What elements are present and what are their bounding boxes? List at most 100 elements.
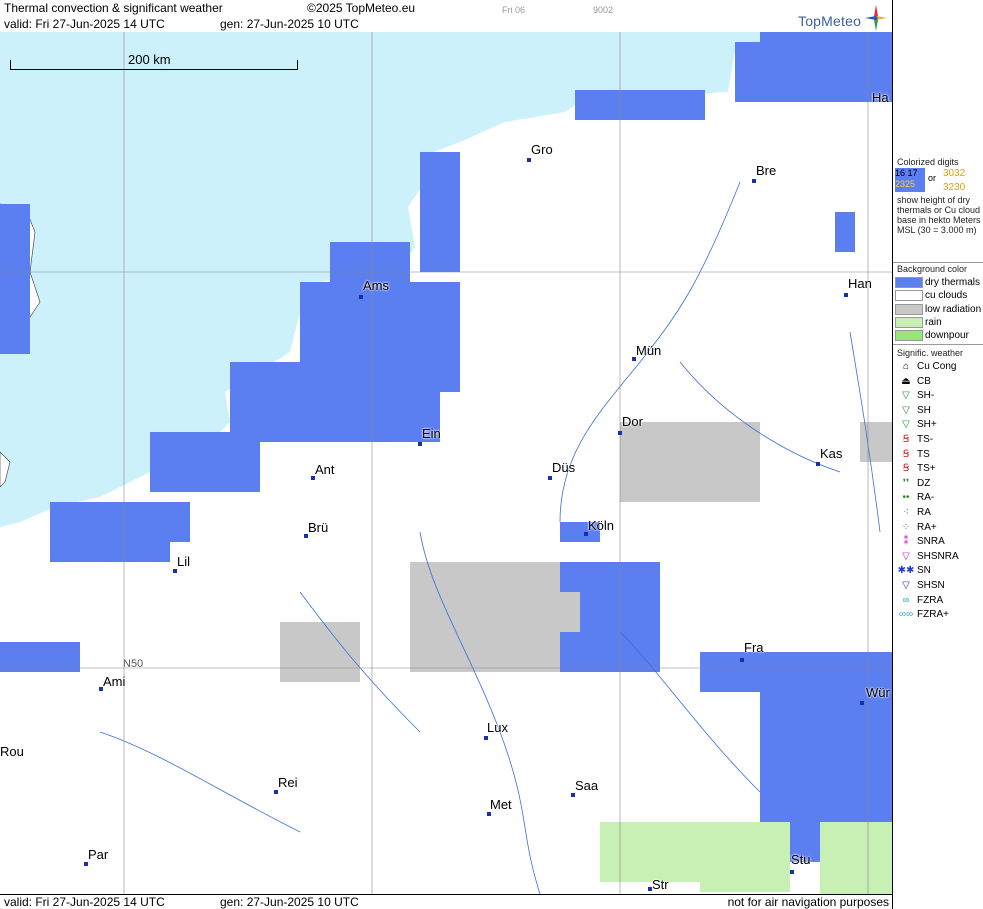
city-label-stu: Stu xyxy=(791,852,811,867)
city-marker xyxy=(860,701,864,705)
weather-symbol-icon: •• xyxy=(902,492,910,504)
legend-sample-a: 16 17 xyxy=(895,168,918,178)
legend-swatch xyxy=(895,290,923,302)
legend-wx-label: SH+ xyxy=(917,419,937,431)
city-marker xyxy=(816,462,820,466)
legend-wx-item: ▽ SH+ xyxy=(895,419,937,431)
dry-thermal-area xyxy=(835,212,855,252)
city-label-lil: Lil xyxy=(177,554,191,569)
weather-symbol-icon: ⁖ xyxy=(903,507,909,518)
legend-wx-label: TS+ xyxy=(917,463,936,475)
city-marker xyxy=(790,870,794,874)
weather-symbol-icon: ⁑ xyxy=(903,536,909,548)
map-canvas xyxy=(0,32,892,894)
tiny-code-label: 9002 xyxy=(593,5,614,15)
city-marker xyxy=(740,658,744,662)
legend-swatch xyxy=(895,277,923,288)
legend-wx-label: FZRA xyxy=(917,594,944,606)
legend-description: show height of dry thermals or Cu cloud … xyxy=(897,195,981,235)
legend-wx-item: ⁘ RA+ xyxy=(895,522,937,534)
low-radiation-area xyxy=(860,422,892,462)
weather-symbol-icon: ✱✱ xyxy=(897,565,915,577)
legend-wx-item: Ꞩ TS xyxy=(895,449,930,461)
legend-wx-item: ⏏ CB xyxy=(895,376,931,388)
legend-wx-item: ✱✱ SN xyxy=(895,565,931,577)
city-label-bru: Brü xyxy=(308,520,329,535)
legend-wx-label: SN xyxy=(917,565,931,577)
forecast-map[interactable]: 200 km N50 Gro Bre Ams Han Mün Ein Dor A… xyxy=(0,32,892,894)
legend-bg-label: low radiation xyxy=(925,303,982,315)
legend-wx-item: ▽ SHSN xyxy=(895,580,945,592)
legend-bg-label: dry thermals xyxy=(925,277,981,289)
weather-symbol-icon: ▽ xyxy=(902,390,910,402)
generated-time: gen: 27-Jun-2025 10 UTC xyxy=(220,17,359,31)
legend-bg-item: downpour xyxy=(895,330,969,342)
dry-thermal-area xyxy=(420,152,460,272)
city-label-mun: Mün xyxy=(636,343,662,358)
legend-wx-label: SNRA xyxy=(917,536,945,548)
legend-bg-label: cu clouds xyxy=(925,290,968,302)
logo-text: TopMeteo xyxy=(798,13,862,29)
legend-bg-item: cu clouds xyxy=(895,290,967,302)
legend-wx-label: DZ xyxy=(917,477,931,489)
weather-symbol-icon: ∞ xyxy=(902,594,910,606)
city-label-ham: Ha xyxy=(872,90,889,105)
legend-bg-label: downpour xyxy=(925,330,969,342)
legend-wx-item: ▽ SH xyxy=(895,405,931,417)
city-label-saa: Saa xyxy=(575,778,599,793)
weather-symbol-icon: ▽ xyxy=(902,419,910,431)
weather-symbol-icon: ▽ xyxy=(902,550,910,562)
legend-swatch xyxy=(895,303,923,315)
city-label-ein: Ein xyxy=(422,426,441,441)
dry-thermal-area xyxy=(150,432,260,492)
legend-wx-item: •• RA- xyxy=(895,492,934,504)
dry-thermal-area xyxy=(600,642,660,672)
low-radiation-area xyxy=(410,562,560,672)
rain-area xyxy=(820,822,892,894)
legend-wx-title: Signific. weather xyxy=(897,348,964,358)
weather-symbol-icon: ⏏ xyxy=(901,375,911,387)
weather-symbol-icon: ▽ xyxy=(902,580,910,591)
compass-star-icon xyxy=(865,5,887,31)
city-marker xyxy=(484,736,488,740)
topmeteo-logo[interactable]: TopMeteo xyxy=(795,5,887,31)
legend-wx-item: ▽ SHSNRA xyxy=(895,551,959,563)
legend-wx-label: SH- xyxy=(917,390,935,402)
weather-symbol-icon: ⌂ xyxy=(902,361,910,372)
city-marker xyxy=(487,812,491,816)
legend-or: or xyxy=(928,173,937,183)
legend-wx-item: ∞∞ FZRA+ xyxy=(895,609,949,621)
legend-separator xyxy=(893,344,983,345)
city-label-wur: Wür xyxy=(866,685,890,700)
dry-thermal-area xyxy=(760,32,892,52)
weather-symbol-icon: Ꞩ xyxy=(902,448,910,460)
city-label-str: Str xyxy=(652,877,669,892)
weather-symbol-icon: ❜❜ xyxy=(902,477,910,489)
low-radiation-area xyxy=(540,592,580,632)
legend-sample-c: 2325 xyxy=(895,179,916,189)
dry-thermal-area xyxy=(230,362,440,442)
scale-label: 200 km xyxy=(128,52,171,67)
city-label-ant: Ant xyxy=(315,462,335,477)
legend-wx-label: CB xyxy=(917,375,931,387)
city-marker xyxy=(84,862,88,866)
city-marker xyxy=(418,442,422,446)
city-marker xyxy=(548,476,552,480)
legend-colorized-title: Colorized digits xyxy=(897,157,959,167)
dry-thermal-area xyxy=(0,642,80,672)
legend-swatch xyxy=(895,316,923,328)
city-label-koln: Köln xyxy=(588,518,615,533)
dry-thermal-area xyxy=(0,204,30,354)
map-title: Thermal convection & significant weather xyxy=(4,1,223,15)
latitude-label: N50 xyxy=(123,658,144,670)
city-marker xyxy=(173,569,177,573)
legend-wx-label: SHSN xyxy=(917,580,945,592)
legend-wx-label: TS xyxy=(917,448,930,460)
city-label-ams: Ams xyxy=(363,278,389,293)
city-marker xyxy=(752,179,756,183)
legend-bg-item: dry thermals xyxy=(895,277,980,289)
city-label-lux: Lux xyxy=(487,720,508,735)
legend-separator xyxy=(893,262,983,263)
legend-wx-label: RA xyxy=(917,507,931,519)
city-label-dor: Dor xyxy=(622,414,643,429)
